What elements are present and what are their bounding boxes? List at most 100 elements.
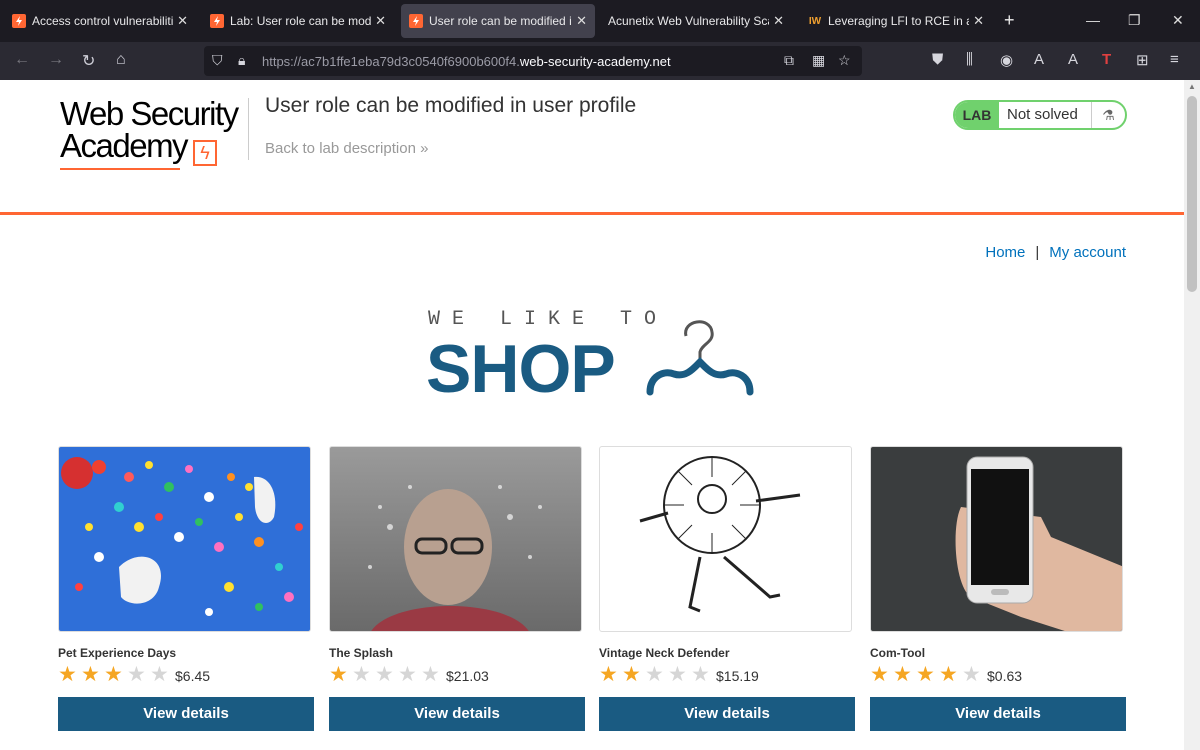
reload-icon[interactable]: ↻ <box>82 51 95 71</box>
tab-title: User role can be modified in user profil… <box>429 14 572 28</box>
header-rule <box>0 212 1184 215</box>
star-empty-icon: ★ <box>668 662 687 686</box>
tab-title: Acunetix Web Vulnerability Scanner <box>608 14 769 28</box>
product-rating: ★ ★ ★ ★ ★ $21.03 <box>329 663 585 685</box>
qr-code-icon[interactable]: ▦ <box>812 52 825 69</box>
close-icon[interactable]: ✕ <box>973 13 984 29</box>
product-rating: ★ ★ ★ ★ ★ $6.45 <box>58 663 314 685</box>
lightning-icon <box>409 14 423 28</box>
lab-label: LAB <box>955 102 999 128</box>
tab-title: Access control vulnerabilities <box>32 14 174 28</box>
lab-status-text: Not solved <box>1007 106 1078 123</box>
view-details-button[interactable]: View details <box>58 697 314 731</box>
star-empty-icon: ★ <box>645 662 664 686</box>
page-scrollbar[interactable]: ▲ <box>1184 80 1200 750</box>
product-name: Vintage Neck Defender <box>599 646 730 660</box>
restore-icon[interactable]: ❐ <box>1128 12 1141 29</box>
scrollbar-thumb[interactable] <box>1187 96 1197 292</box>
forward-arrow-icon[interactable]: → <box>48 51 64 69</box>
url-bar[interactable]: ⛉ 🔒︎ https://ac7b1ffe1eba79d3c0540f6900b… <box>204 46 862 76</box>
star-filled-icon: ★ <box>81 662 100 686</box>
lightning-icon <box>210 14 224 28</box>
star-filled-icon: ★ <box>599 662 618 686</box>
tab-title: Lab: User role can be modified in user p… <box>230 14 372 28</box>
close-icon[interactable]: ✕ <box>375 13 386 29</box>
star-empty-icon: ★ <box>352 662 371 686</box>
web-security-academy-logo[interactable]: Web Security Academy ϟ <box>60 97 250 170</box>
lightning-icon: ϟ <box>193 140 218 166</box>
translate-icon[interactable]: ⧉ <box>784 52 794 69</box>
star-filled-icon: ★ <box>870 662 889 686</box>
browser-tab[interactable]: Access control vulnerabilities ✕ <box>4 4 196 38</box>
star-empty-icon: ★ <box>962 662 981 686</box>
page-content: Web Security Academy ϟ User role can be m… <box>0 80 1184 750</box>
product-price: $21.03 <box>446 668 489 684</box>
product-card: Com-Tool ★ ★ ★ ★ ★ $0.63 View details <box>870 446 1126 731</box>
browser-nav-bar: ← → ↻ ⌂ ⛉ 🔒︎ https://ac7b1ffe1eba79d3c05… <box>0 42 1200 80</box>
new-tab-icon[interactable]: + <box>1004 10 1015 31</box>
browser-tab[interactable]: IW Leveraging LFI to RCE in a website ✕ <box>800 4 992 38</box>
browser-tab-bar: Access control vulnerabilities ✕ Lab: Us… <box>0 0 1200 42</box>
double-chevron-right-icon: » <box>420 140 429 157</box>
iw-favicon: IW <box>808 15 822 27</box>
translator-alt-icon[interactable]: A <box>1068 51 1078 68</box>
url-text[interactable]: https://ac7b1ffe1eba79d3c0540f6900b600f4… <box>262 54 671 69</box>
product-image <box>58 446 311 632</box>
home-icon[interactable]: ⌂ <box>116 51 126 69</box>
bookmark-star-icon[interactable]: ☆ <box>838 52 851 69</box>
product-rating: ★ ★ ★ ★ ★ $0.63 <box>870 663 1126 685</box>
view-details-button[interactable]: View details <box>329 697 585 731</box>
close-icon[interactable]: ✕ <box>773 13 784 29</box>
translator-icon[interactable]: A <box>1034 51 1044 68</box>
close-icon[interactable]: ✕ <box>576 13 587 29</box>
star-empty-icon: ★ <box>150 662 169 686</box>
close-icon[interactable]: ✕ <box>177 13 188 29</box>
product-name: Pet Experience Days <box>58 646 177 660</box>
view-details-button[interactable]: View details <box>870 697 1126 731</box>
top-nav-links: Home | My account <box>985 244 1126 261</box>
product-card: The Splash ★ ★ ★ ★ ★ $21.03 View details <box>329 446 585 731</box>
shop-hero-banner: WE LIKE TO SHOP <box>426 308 766 407</box>
lab-title: User role can be modified in user profil… <box>265 94 637 117</box>
star-empty-icon: ★ <box>691 662 710 686</box>
hero-tagline: WE LIKE TO <box>428 308 669 331</box>
product-grid: Pet Experience Days ★ ★ ★ ★ ★ $6.45 View det… <box>58 446 1126 746</box>
minimize-icon[interactable]: — <box>1086 12 1100 28</box>
window-close-icon[interactable]: ✕ <box>1172 12 1184 29</box>
product-price: $6.45 <box>175 668 211 684</box>
library-icon[interactable]: ⫼ <box>966 51 973 68</box>
back-arrow-icon[interactable]: ← <box>14 51 30 69</box>
extension-local-icon[interactable]: ◉ <box>1000 51 1013 69</box>
back-to-lab-link[interactable]: Back to lab description » <box>265 140 428 157</box>
scroll-up-icon[interactable]: ▲ <box>1188 82 1196 91</box>
view-details-button[interactable]: View details <box>599 697 855 731</box>
shield-icon[interactable]: ⛉ <box>212 52 223 69</box>
t-extension-icon[interactable]: T <box>1102 51 1111 68</box>
star-filled-icon: ★ <box>58 662 77 686</box>
browser-tab[interactable]: Acunetix Web Vulnerability Scanner ✕ <box>600 4 792 38</box>
product-price: $15.19 <box>716 668 759 684</box>
flask-icon: ⚗ <box>1091 102 1125 128</box>
product-image <box>329 446 582 632</box>
product-image <box>599 446 852 632</box>
browser-tab-active[interactable]: User role can be modified in user profil… <box>401 4 595 38</box>
lightning-icon <box>12 14 26 28</box>
hanger-icon <box>646 320 754 396</box>
browser-tab[interactable]: Lab: User role can be modified in user p… <box>202 4 394 38</box>
product-name: The Splash <box>329 646 394 660</box>
star-filled-icon: ★ <box>916 662 935 686</box>
star-filled-icon: ★ <box>329 662 348 686</box>
product-name: Com-Tool <box>870 646 926 660</box>
star-filled-icon: ★ <box>622 662 641 686</box>
home-link[interactable]: Home <box>985 244 1025 261</box>
my-account-link[interactable]: My account <box>1049 244 1126 261</box>
lock-icon[interactable]: 🔒︎ <box>238 52 245 69</box>
header-divider <box>248 98 249 160</box>
tab-title: Leveraging LFI to RCE in a website <box>828 14 969 28</box>
menu-icon[interactable]: ≡ <box>1170 51 1179 68</box>
star-empty-icon: ★ <box>421 662 440 686</box>
hero-title: SHOP <box>426 331 616 407</box>
extensions-icon[interactable]: ⊞ <box>1136 51 1149 69</box>
pocket-icon[interactable]: ⛊ <box>932 51 943 68</box>
star-filled-icon: ★ <box>939 662 958 686</box>
